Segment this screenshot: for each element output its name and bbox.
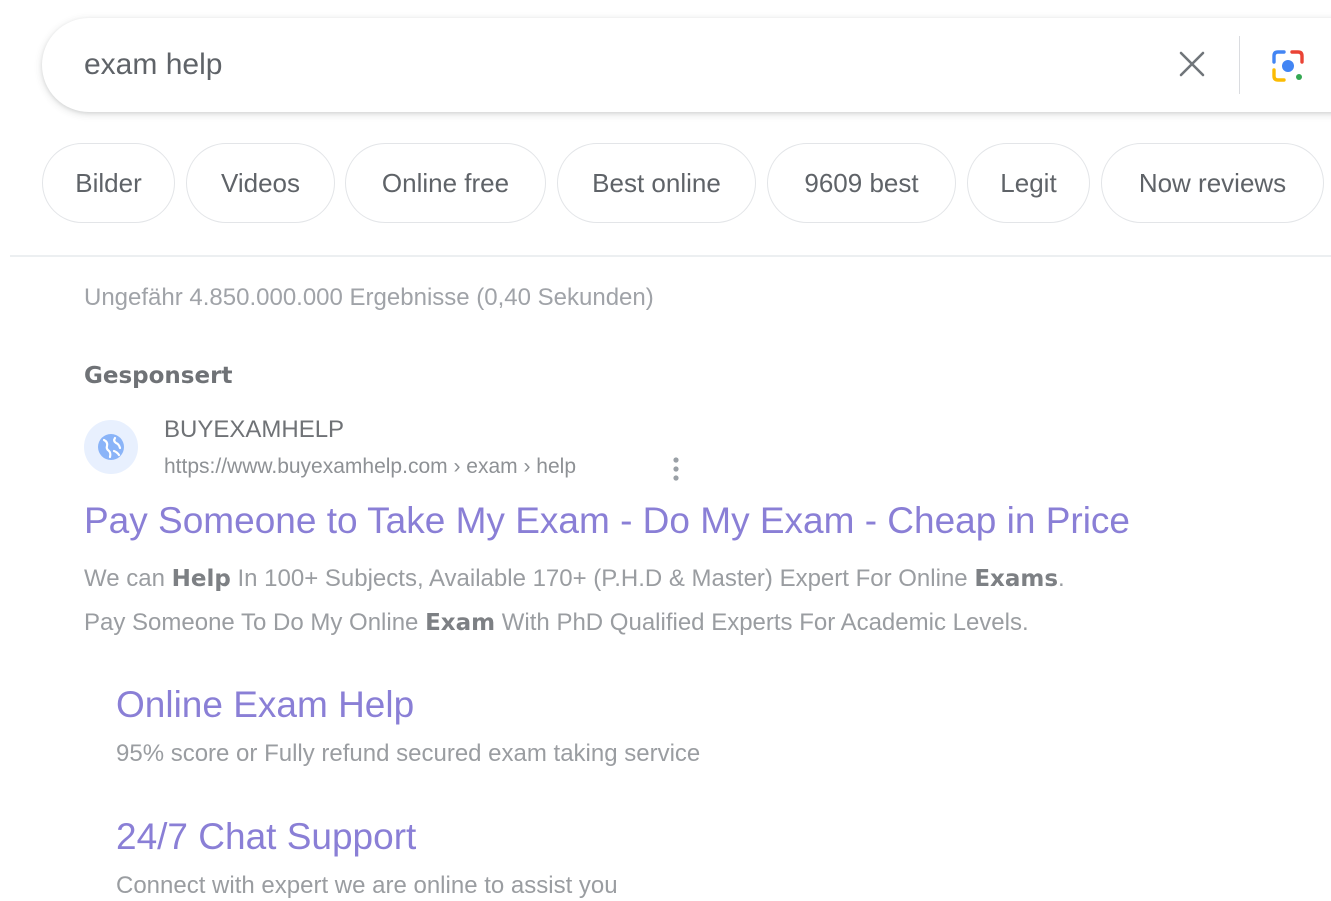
chip-label: Now reviews [1138, 167, 1287, 198]
chip-label: Legit [1000, 167, 1057, 198]
chip-label: 9609 best [804, 167, 919, 198]
sitelink-online-exam-help[interactable]: Online Exam Help [116, 684, 414, 726]
sitelink-description: 95% score or Fully refund secured exam t… [116, 740, 701, 767]
chip-best-online[interactable]: Best online [557, 143, 756, 223]
site-favicon[interactable] [84, 420, 138, 474]
chip-now-reviews[interactable]: Now reviews [1101, 143, 1324, 223]
ad-description-text: In 100+ Subjects, Available 170+ (P.H.D … [230, 565, 975, 592]
search-results-page: Bilder Videos Online free Best online 96… [0, 0, 1331, 901]
ad-more-options-button[interactable] [664, 452, 688, 486]
ad-description-bold: Exams [974, 566, 1059, 592]
ad-description-text: We can [84, 565, 172, 592]
chip-label: Best online [592, 167, 721, 198]
more-vertical-icon [673, 457, 679, 481]
ad-description-bold: Exam [425, 610, 496, 636]
ad-description-text: With PhD Qualified Experts For Academic … [495, 609, 1029, 636]
ad-description-text: Pay Someone To Do My Online [84, 609, 426, 636]
ad-description-bold: Help [171, 566, 231, 592]
header-divider [10, 255, 1331, 257]
chip-label: Online free [381, 167, 510, 198]
ad-description-text: . [1058, 565, 1065, 592]
chip-legit[interactable]: Legit [967, 143, 1090, 223]
ad-description-line-2: Pay Someone To Do My Online Exam With Ph… [84, 609, 1324, 637]
search-bar-divider [1239, 36, 1240, 94]
ad-site-name: BUYEXAMHELP [164, 416, 345, 443]
ad-title-link[interactable]: Pay Someone to Take My Exam - Do My Exam… [84, 500, 1130, 542]
result-stats: Ungefähr 4.850.000.000 Ergebnisse (0,40 … [84, 284, 654, 311]
globe-icon [98, 434, 124, 460]
clear-search-button[interactable] [1170, 42, 1214, 86]
ad-description-line-1: We can Help In 100+ Subjects, Available … [84, 565, 1324, 593]
google-lens-icon [1272, 50, 1304, 82]
ad-url[interactable]: https://www.buyexamhelp.com › exam › hel… [164, 455, 576, 479]
chip-label: Bilder [75, 167, 142, 198]
close-icon [1179, 51, 1205, 77]
sponsored-label: Gesponsert [84, 363, 233, 389]
search-input[interactable] [84, 40, 984, 90]
search-bar [42, 18, 1331, 112]
sitelink-chat-support[interactable]: 24/7 Chat Support [116, 816, 416, 858]
chip-9609-best[interactable]: 9609 best [767, 143, 956, 223]
chip-bilder[interactable]: Bilder [42, 143, 175, 223]
chip-label: Videos [220, 167, 301, 198]
chip-online-free[interactable]: Online free [345, 143, 546, 223]
sitelink-description: Connect with expert we are online to ass… [116, 872, 618, 899]
chip-videos[interactable]: Videos [186, 143, 335, 223]
google-lens-button[interactable] [1264, 42, 1312, 90]
